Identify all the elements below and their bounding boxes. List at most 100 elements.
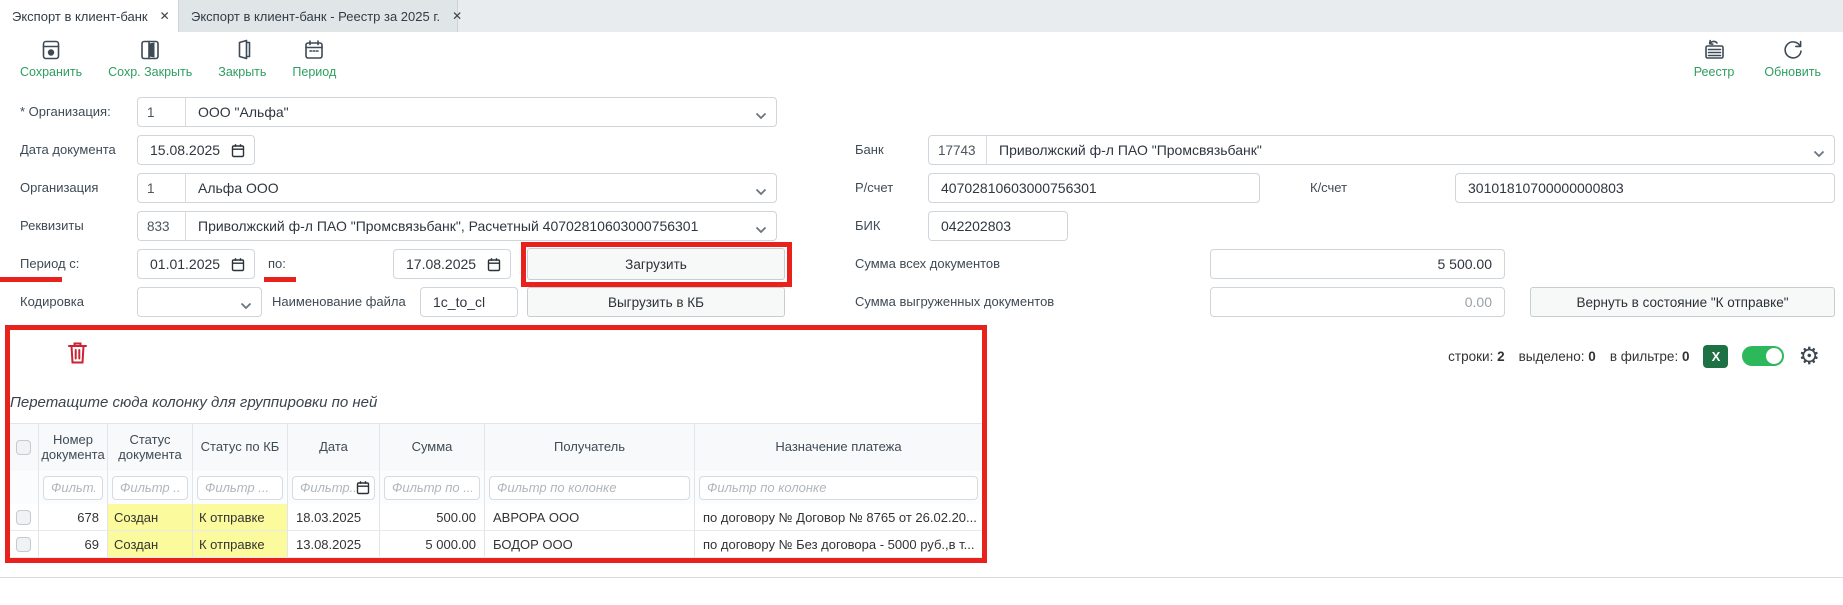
sum-unloaded-value: 0.00 [1211, 294, 1504, 310]
cell-date: 18.03.2025 [288, 504, 380, 531]
org2-code: 1 [138, 174, 186, 202]
upload-to-kb-button[interactable]: Выгрузить в КБ [527, 287, 785, 317]
tab-label: Экспорт в клиент-банк [12, 9, 148, 24]
filename-input[interactable]: 1c_to_cl [420, 287, 518, 317]
column-header-purpose[interactable]: Назначение платежа [695, 424, 983, 471]
column-header-recipient[interactable]: Получатель [485, 424, 695, 471]
register-button[interactable]: Реестр [1694, 38, 1735, 79]
org-combobox[interactable]: 1 ООО "Альфа" [137, 97, 777, 127]
export-excel-icon[interactable]: X [1703, 345, 1728, 368]
calendar-icon[interactable] [356, 480, 370, 498]
tab-export-register-2025[interactable]: Экспорт в клиент-банк - Реестр за 2025 г… [178, 0, 458, 32]
close-button[interactable]: Закрыть [218, 38, 266, 79]
refresh-button[interactable]: Обновить [1764, 38, 1821, 79]
cell-sum: 500.00 [380, 504, 485, 531]
bottom-divider [0, 577, 1843, 578]
select-all-checkbox[interactable] [16, 440, 31, 455]
encoding-select[interactable] [137, 287, 262, 317]
filter-toggle[interactable] [1742, 346, 1784, 366]
calendar-icon [302, 38, 326, 62]
toggle-knob [1766, 348, 1782, 364]
column-header-date[interactable]: Дата [288, 424, 380, 471]
filter-purpose-input[interactable] [699, 476, 978, 500]
return-to-send-state-button[interactable]: Вернуть в состояние "К отправке" [1530, 287, 1835, 317]
filter-kb-status-input[interactable] [197, 476, 283, 500]
period-button[interactable]: Период [292, 38, 336, 79]
grid-status-bar: строки: 2 выделено: 0 в фильтре: 0 X ⚙ [1448, 344, 1820, 368]
org2-label: Организация [20, 173, 98, 203]
cell-status: Создан [108, 504, 193, 531]
table-row[interactable]: 69 Создан К отправке 13.08.2025 5 000.00… [9, 531, 982, 558]
table-row[interactable]: 678 Создан К отправке 18.03.2025 500.00 … [9, 504, 982, 531]
delete-rows-button[interactable] [66, 340, 89, 370]
save-icon [39, 38, 63, 62]
requisites-combobox[interactable]: 833 Приволжский ф-л ПАО "Промсвязьбанк",… [137, 211, 777, 241]
door-close-icon [230, 38, 254, 62]
cell-recipient: БОДОР ООО [485, 531, 695, 558]
group-by-hint: Перетащите сюда колонку для группировки … [10, 394, 377, 411]
close-label: Закрыть [218, 65, 266, 79]
rows-count: строки: 2 [1448, 349, 1504, 364]
tab-close-icon[interactable]: ✕ [160, 9, 170, 23]
filename-value: 1c_to_cl [421, 294, 517, 310]
sum-all-value: 5 500.00 [1211, 256, 1504, 272]
load-button[interactable]: Загрузить [527, 248, 785, 280]
save-close-button[interactable]: Сохр. Закрыть [108, 38, 192, 79]
period-to-input[interactable]: 17.08.2025 [393, 249, 511, 279]
calendar-icon[interactable] [487, 257, 501, 275]
period-from-input[interactable]: 01.01.2025 [137, 249, 255, 279]
save-button[interactable]: Сохранить [20, 38, 82, 79]
column-header-number[interactable]: Номер документа [39, 424, 108, 471]
documents-table: Номер документа Статус документа Статус … [8, 423, 982, 558]
org2-value: Альфа ООО [186, 180, 776, 196]
row-checkbox[interactable] [16, 510, 31, 525]
cell-recipient: АВРОРА ООО [485, 504, 695, 531]
filter-sum-input[interactable] [384, 476, 480, 500]
cell-kb-status: К отправке [193, 531, 288, 558]
tab-export-client-bank[interactable]: Экспорт в клиент-банк ✕ [0, 0, 178, 32]
tab-close-icon[interactable]: ✕ [452, 9, 462, 23]
column-header-status[interactable]: Статус документа [108, 424, 193, 471]
corr-account-value: 30101810700000000803 [1456, 180, 1834, 196]
column-header-sum[interactable]: Сумма [380, 424, 485, 471]
filter-status-input[interactable] [112, 476, 188, 500]
corr-account-input[interactable]: 30101810700000000803 [1455, 173, 1835, 203]
filtered-count: в фильтре: 0 [1610, 349, 1690, 364]
doc-date-input[interactable]: 15.08.2025 [137, 135, 255, 165]
calendar-icon[interactable] [231, 143, 245, 161]
toolbar-right-group: Реестр Обновить [1694, 38, 1821, 79]
chevron-down-icon[interactable] [240, 297, 252, 313]
account-input[interactable]: 40702810603000756301 [928, 173, 1260, 203]
sum-unloaded-input[interactable]: 0.00 [1210, 287, 1505, 317]
gear-icon[interactable]: ⚙ [1798, 344, 1820, 368]
cell-purpose: по договору № Договор № 8765 от 26.02.20… [695, 504, 983, 531]
org-label: * Организация: [20, 97, 111, 127]
chevron-down-icon[interactable] [1813, 145, 1825, 161]
sum-all-input[interactable]: 5 500.00 [1210, 249, 1505, 279]
requisites-label: Реквизиты [20, 211, 84, 241]
filter-recipient-input[interactable] [489, 476, 690, 500]
doc-date-label: Дата документа [20, 135, 116, 165]
sum-all-label: Сумма всех документов [855, 249, 1000, 279]
bank-combobox[interactable]: 17743 Приволжский ф-л ПАО "Промсвязьбанк… [928, 135, 1835, 165]
calendar-icon[interactable] [231, 257, 245, 275]
table-header-row: Номер документа Статус документа Статус … [9, 424, 982, 471]
chevron-down-icon[interactable] [755, 107, 767, 123]
org2-combobox[interactable]: 1 Альфа ООО [137, 173, 777, 203]
filter-number-input[interactable] [43, 476, 103, 500]
chevron-down-icon[interactable] [755, 183, 767, 199]
cell-date: 13.08.2025 [288, 531, 380, 558]
cell-kb-status: К отправке [193, 504, 288, 531]
encoding-label: Кодировка [20, 287, 84, 317]
cell-purpose: по договору № Без договора - 5000 руб.,в… [695, 531, 983, 558]
bik-value: 042202803 [929, 218, 1067, 234]
row-checkbox[interactable] [16, 537, 31, 552]
bik-label: БИК [855, 211, 880, 241]
toolbar-left-group: Сохранить Сохр. Закрыть Закрыть [20, 38, 336, 79]
filter-cell-empty [9, 471, 39, 504]
account-label: Р/счет [855, 173, 893, 203]
chevron-down-icon[interactable] [755, 221, 767, 237]
column-header-kb-status[interactable]: Статус по КБ [193, 424, 288, 471]
export-to-client-bank-window: Экспорт в клиент-банк ✕ Экспорт в клиент… [0, 0, 1843, 605]
bik-input[interactable]: 042202803 [928, 211, 1068, 241]
